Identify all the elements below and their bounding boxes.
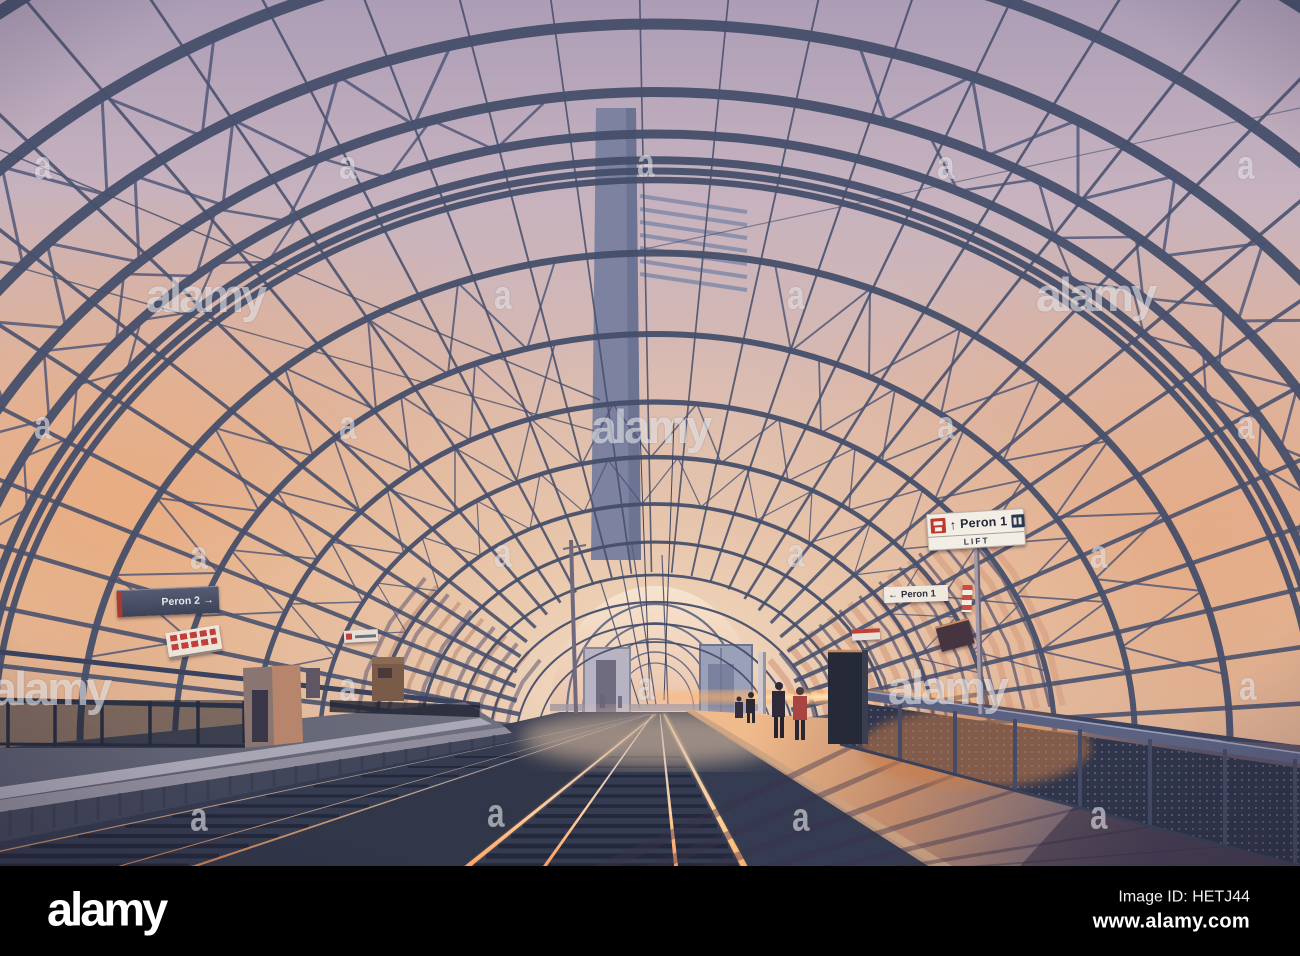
sign-small-platform [343, 629, 379, 643]
alamy-url-text: www.alamy.com [1092, 910, 1250, 933]
people-stairs-icon [1010, 513, 1025, 528]
stock-photo-page: Peron 2 → ↑ Peron 1 LIFT ← Peron 1 a a a… [0, 0, 1300, 956]
sign-peron2-label: Peron 2 [161, 594, 201, 609]
station-scene [0, 0, 1300, 866]
sign-peron1-back-label: Peron 1 [900, 587, 937, 601]
station-photograph: Peron 2 → ↑ Peron 1 LIFT ← Peron 1 a a a… [0, 0, 1300, 866]
alamy-footer-bar: alamy Image ID: HETJ44 www.alamy.com [0, 866, 1300, 956]
sign-peron1-back: ← Peron 1 [883, 584, 949, 604]
alamy-logo: alamy [47, 882, 168, 936]
footer-info: Image ID: HETJ44 www.alamy.com [1093, 889, 1250, 934]
image-id-text: Image ID: HETJ44 [1118, 888, 1250, 906]
station-pictogram-icon [930, 517, 947, 534]
sign-peron1-label: Peron 1 [959, 514, 1008, 531]
red-white-striped-marker [961, 584, 973, 613]
sign-text-dash [354, 633, 377, 638]
up-arrow-icon: ↑ [949, 516, 957, 533]
sign-peron1-lift: ↑ Peron 1 LIFT [925, 508, 1027, 551]
red-dot-icon [345, 633, 353, 640]
sign-peron2-right: Peron 2 → [116, 585, 220, 618]
left-arrow-icon: ← [887, 589, 899, 601]
right-arrow-icon: → [202, 593, 215, 607]
lift-label: LIFT [963, 535, 990, 547]
sign-red-band [851, 628, 881, 641]
sign-red-stripe [116, 591, 123, 618]
